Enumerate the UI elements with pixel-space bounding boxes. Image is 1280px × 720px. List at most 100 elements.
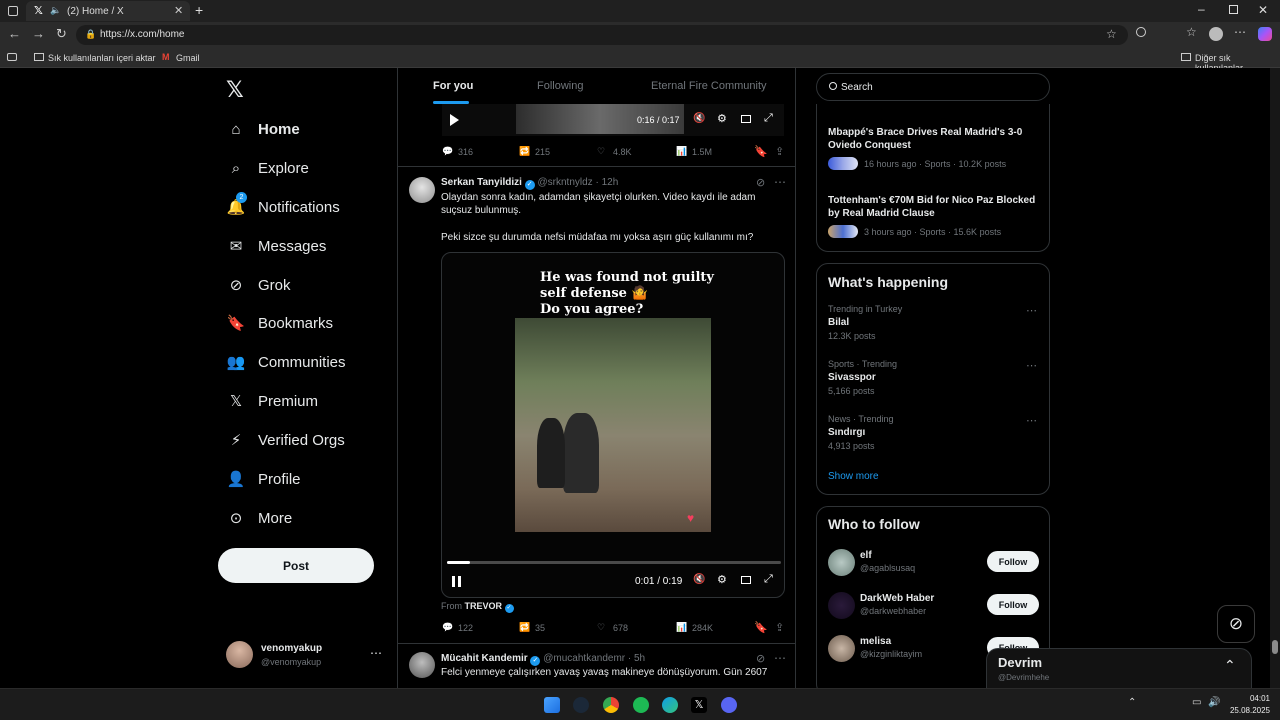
bookmark-icon[interactable]: 🔖 [754, 145, 768, 158]
grok-icon[interactable]: ⊘ [756, 176, 765, 189]
account-switcher[interactable]: venomyakup @venomyakup ⋯ [226, 640, 386, 670]
menu-dots-icon[interactable]: ⋯ [1234, 25, 1246, 39]
volume-icon[interactable]: 🔇 [693, 113, 705, 124]
scrollbar-thumb[interactable] [1272, 640, 1278, 654]
bookmark-import[interactable]: Sık kullanılanları içeri aktar [48, 53, 156, 63]
show-more-link[interactable]: Show more [828, 471, 879, 482]
volume-tray-icon[interactable]: 🔊 [1208, 697, 1220, 708]
author-name[interactable]: Mücahit Kandemir [441, 653, 528, 664]
play-icon[interactable] [450, 114, 459, 126]
browser-tab[interactable]: 𝕏 🔈 (2) Home / X ✕ [26, 1, 190, 21]
back-icon[interactable]: ← [8, 26, 21, 41]
tab-close-icon[interactable]: ✕ [174, 4, 183, 17]
views-action[interactable]: 📊 284K [676, 622, 713, 634]
bookmark-gmail[interactable]: Gmail [176, 53, 200, 63]
news-item[interactable]: Tottenham's €70M Bid for Nico Paz Blocke… [828, 194, 1040, 238]
x-app-icon[interactable]: 𝕏 [691, 697, 707, 713]
page-scrollbar[interactable] [1270, 68, 1280, 688]
messages-drawer[interactable]: Devrim @Devrimhehe ⌃ [986, 648, 1252, 688]
tweet-more-icon[interactable]: ⋯ [774, 651, 786, 665]
steam-icon[interactable] [573, 697, 589, 713]
new-tab-icon[interactable]: + [195, 2, 203, 18]
like-action[interactable]: ♡ 678 [597, 622, 628, 634]
discord-icon[interactable] [721, 697, 737, 713]
nav-item-home[interactable]: ⌂ Home [226, 116, 299, 142]
fullscreen-icon[interactable]: ⤢ [764, 573, 773, 586]
video-progress-track[interactable] [447, 561, 781, 564]
trend-more-icon[interactable]: ⋯ [1026, 414, 1037, 427]
video-player[interactable]: He was found not guilty self defense 🤷 D… [441, 252, 785, 598]
reload-icon[interactable]: ↻ [56, 26, 67, 42]
window-close-icon[interactable]: ✕ [1258, 3, 1268, 17]
follow-suggestion[interactable]: DarkWeb Haber @darkwebhaber Follow [817, 590, 1051, 626]
extensions-icon[interactable] [1136, 27, 1146, 37]
follow-button[interactable]: Follow [987, 551, 1039, 572]
nav-item-bookmarks[interactable]: 🔖 Bookmarks [226, 310, 333, 336]
from-account[interactable]: TREVOR [465, 601, 503, 611]
trend-more-icon[interactable]: ⋯ [1026, 304, 1037, 317]
grok-floating-button[interactable]: ⊘ [1217, 605, 1255, 643]
clock-time[interactable]: 04:01 [1236, 694, 1270, 703]
chrome-icon[interactable] [603, 697, 619, 713]
trend-item[interactable]: News · Trending Sındırgı 4,913 posts ⋯ [828, 414, 1040, 460]
miniplayer-icon[interactable] [741, 115, 751, 123]
maximize-icon[interactable] [1229, 5, 1238, 14]
forward-icon[interactable]: → [32, 26, 45, 41]
network-icon[interactable]: ▭ [1192, 697, 1201, 708]
reply-action[interactable]: 💬 316 [442, 146, 473, 158]
post-button[interactable]: Post [218, 548, 374, 583]
grok-icon[interactable]: ⊘ [756, 652, 765, 665]
tweet[interactable]: Mücahit Kandemir ✓ @mucahtkandemr · 5h ⊘… [398, 644, 795, 688]
settings-gear-icon[interactable]: ⚙ [717, 573, 727, 586]
tweet[interactable]: Serkan Tanyildizi ✓ @srkntnyldz · 12h ⊘ … [398, 167, 795, 643]
x-logo-icon[interactable]: 𝕏 [226, 77, 244, 103]
search-input[interactable]: Search [816, 73, 1050, 101]
sidebar-toggle-icon[interactable] [7, 53, 17, 61]
nav-item-communities[interactable]: 👥 Communities [226, 349, 346, 375]
pause-icon[interactable] [452, 576, 461, 587]
nav-item-messages[interactable]: ✉ Messages [226, 233, 327, 259]
nav-item-verified-orgs[interactable]: ⚡ Verified Orgs [226, 427, 345, 453]
fullscreen-icon[interactable]: ⤢ [764, 112, 773, 125]
trend-item[interactable]: Sports · Trending Sivasspor 5,166 posts ⋯ [828, 359, 1040, 405]
post-time[interactable]: · 12h [595, 177, 618, 188]
spotify-icon[interactable] [633, 697, 649, 713]
nav-item-premium[interactable]: 𝕏 Premium [226, 388, 318, 414]
reply-action[interactable]: 💬 122 [442, 622, 473, 634]
copilot-icon[interactable] [1258, 27, 1272, 41]
nav-item-more[interactable]: ⊙ More [226, 505, 292, 531]
tweet-more-icon[interactable]: ⋯ [774, 175, 786, 189]
views-action[interactable]: 📊 1.5M [676, 146, 712, 158]
top-video[interactable]: 0:16 / 0:17 🔇 ⚙ ⤢ [442, 104, 784, 136]
audio-icon[interactable]: 🔈 [50, 5, 61, 16]
window-menu-icon[interactable] [8, 6, 18, 16]
post-time[interactable]: · 5h [628, 653, 645, 664]
author-avatar[interactable] [409, 652, 435, 678]
url-field[interactable]: 🔒 https://x.com/home ☆ [76, 25, 1128, 45]
author-avatar[interactable] [409, 177, 435, 203]
tray-chevron-icon[interactable]: ⌃ [1128, 697, 1136, 708]
follow-button[interactable]: Follow [987, 594, 1039, 615]
edge-icon[interactable] [662, 697, 678, 713]
nav-item-explore[interactable]: ⌕ Explore [226, 155, 309, 181]
tab-following[interactable]: Following [537, 80, 583, 92]
nav-item-notifications[interactable]: 🔔 2 Notifications [226, 192, 340, 220]
share-icon[interactable]: ⇪ [775, 621, 784, 634]
repost-action[interactable]: 🔁 215 [519, 146, 550, 158]
volume-icon[interactable]: 🔇 [693, 574, 705, 585]
trend-more-icon[interactable]: ⋯ [1026, 359, 1037, 372]
clock-date[interactable]: 25.08.2025 [1226, 706, 1270, 715]
repost-action[interactable]: 🔁 35 [519, 622, 545, 634]
bookmark-icon[interactable]: 🔖 [754, 621, 768, 634]
profile-avatar-icon[interactable] [1209, 27, 1223, 41]
trend-item[interactable]: Trending in Turkey Bilal 12.3K posts ⋯ [828, 304, 1040, 350]
minimize-icon[interactable]: – [1198, 2, 1205, 16]
author-name[interactable]: Serkan Tanyildizi [441, 177, 522, 188]
start-icon[interactable] [544, 697, 560, 713]
expand-icon[interactable]: ⌃ [1224, 657, 1236, 674]
nav-item-profile[interactable]: 👤 Profile [226, 466, 301, 492]
tab-for-you[interactable]: For you [433, 80, 473, 92]
tab-community[interactable]: Eternal Fire Community [651, 80, 767, 92]
favorites-icon[interactable]: ☆ [1186, 25, 1197, 39]
star-icon[interactable]: ☆ [1106, 27, 1117, 41]
